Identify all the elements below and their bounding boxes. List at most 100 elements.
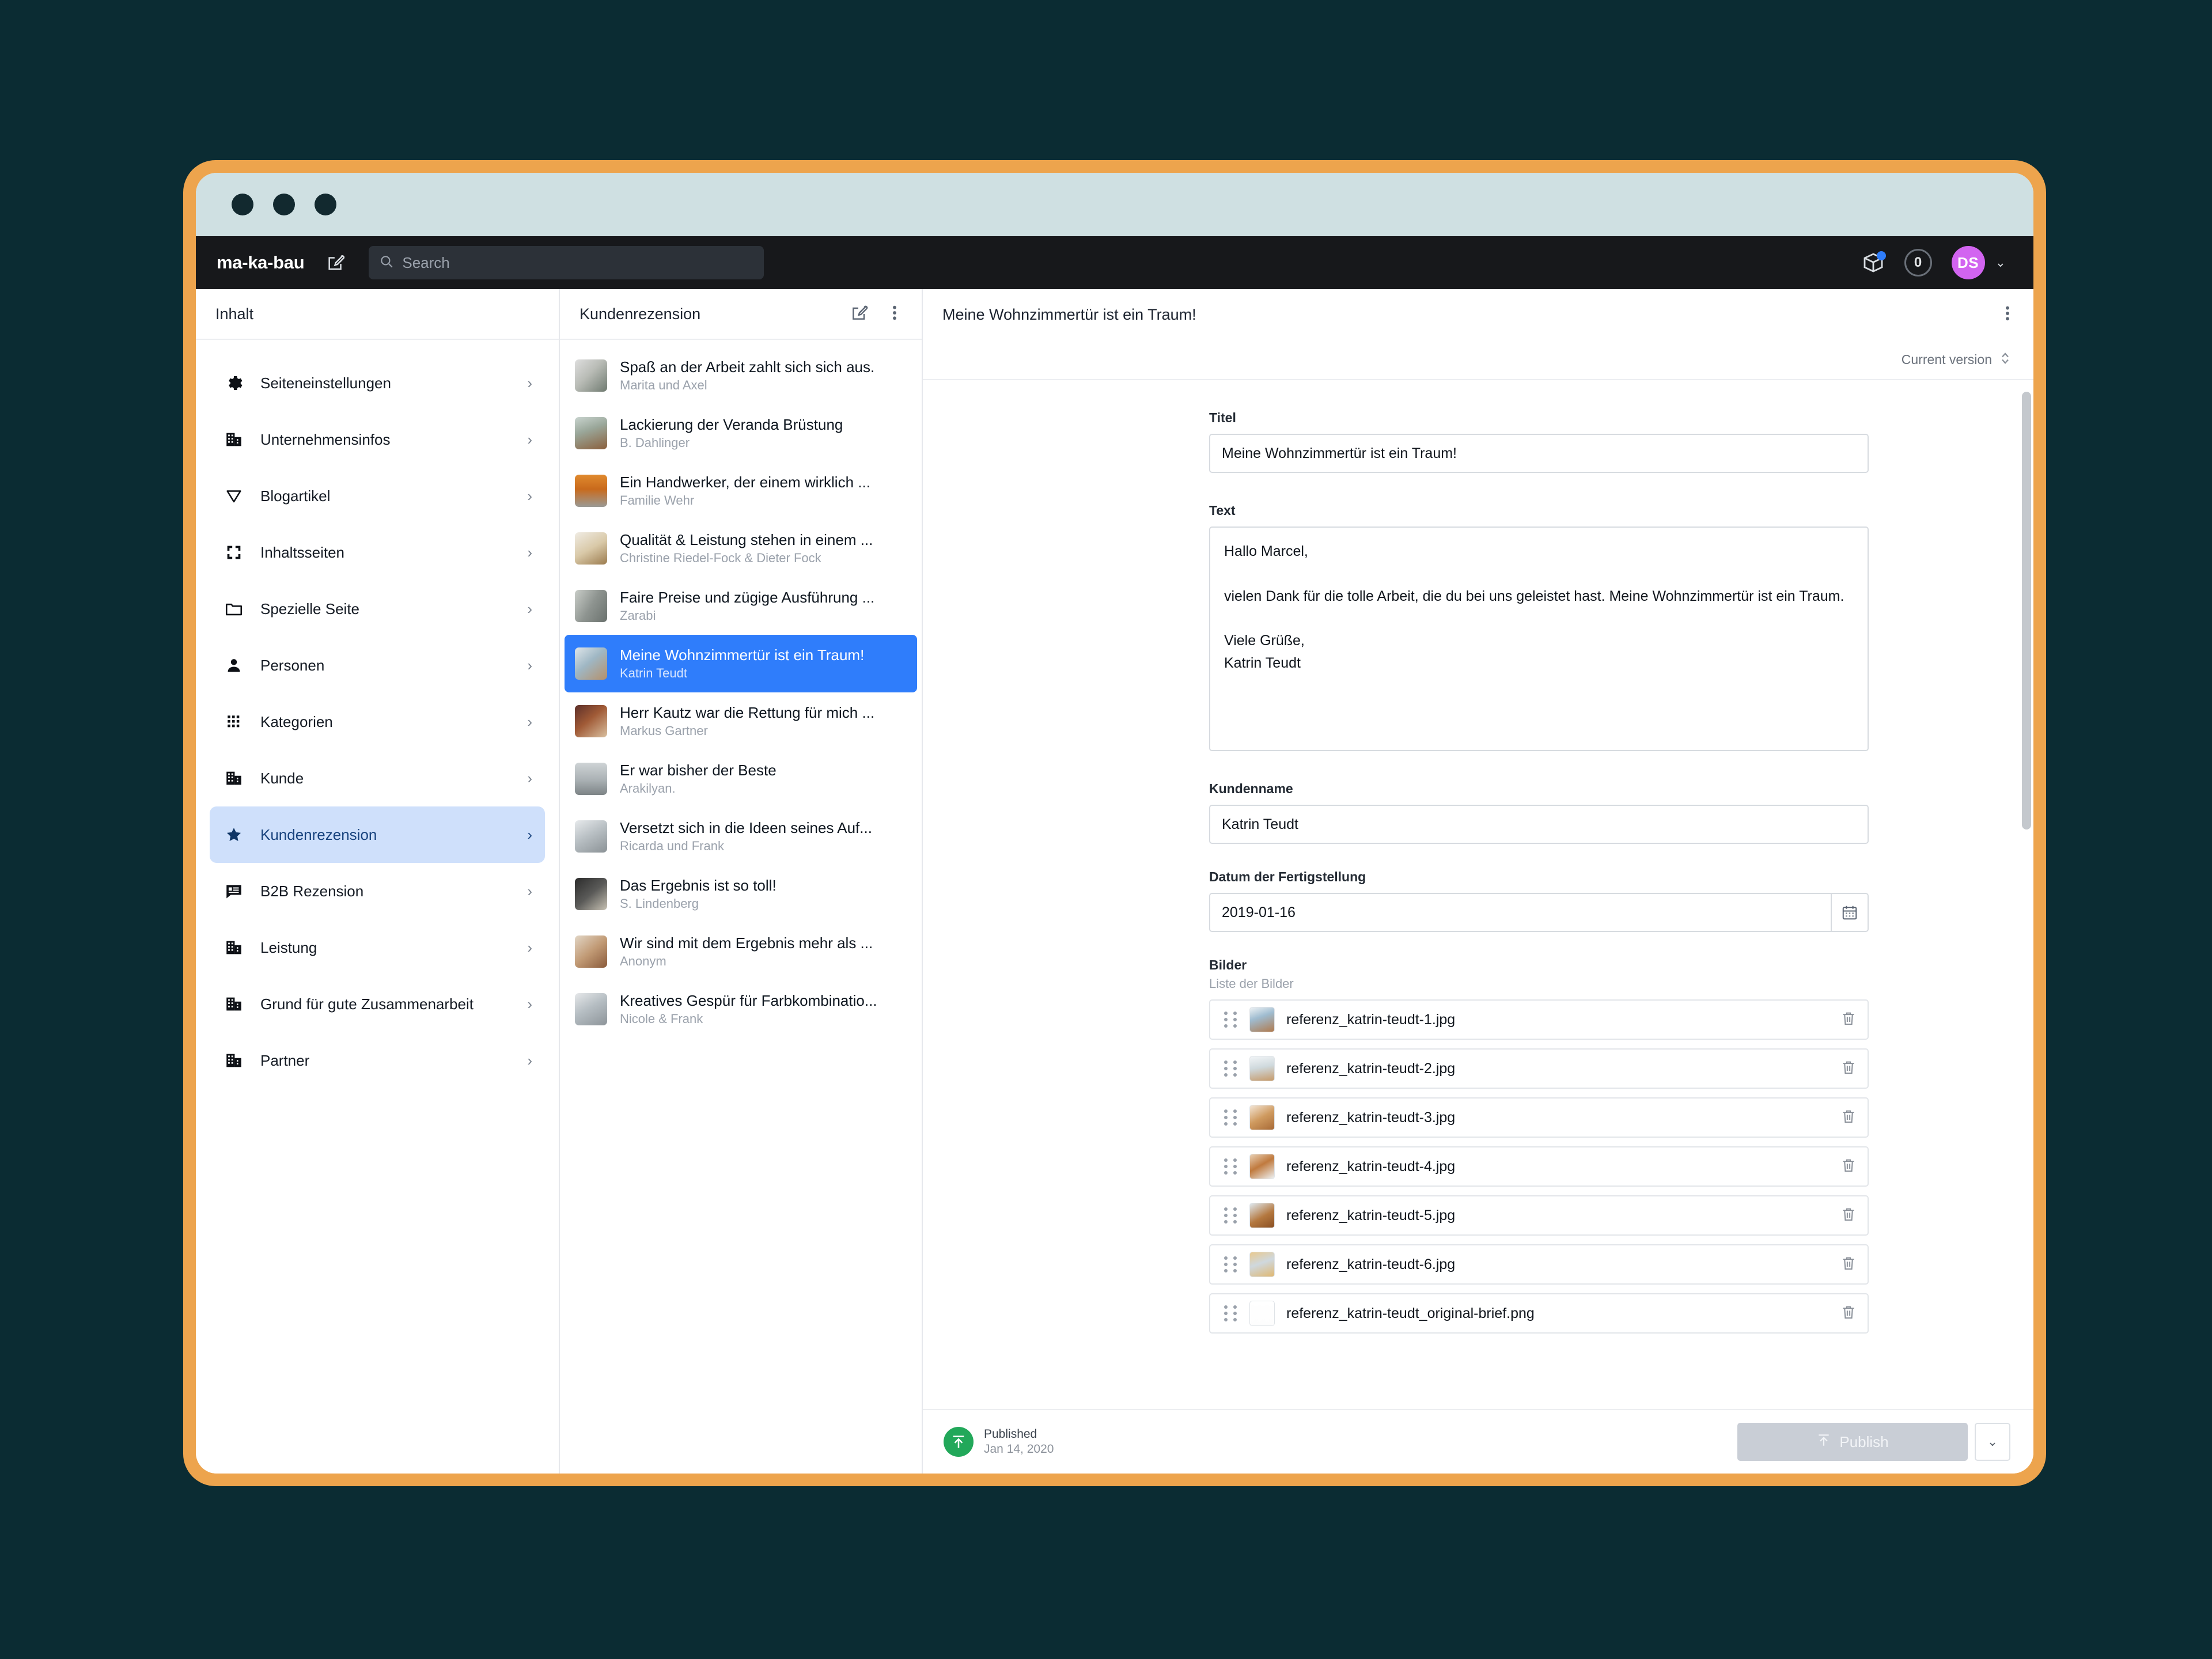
sidebar-item-leistung[interactable]: Leistung› [210,919,545,976]
drag-handle-icon[interactable] [1224,1256,1238,1272]
list-item-author: Christine Riedel-Fock & Dieter Fock [620,551,908,566]
field-bilder: Bilder Liste der Bilder referenz_katrin-… [1209,957,1869,1334]
notification-count-badge[interactable]: 0 [1904,249,1932,276]
trash-icon[interactable] [1840,1010,1857,1030]
kundenname-input[interactable]: Katrin Teudt [1209,805,1869,844]
list-item-title: Qualität & Leistung stehen in einem ... [620,531,908,550]
detail-scrollbar[interactable] [2022,392,2031,830]
sidebar-item-blogartikel[interactable]: Blogartikel› [210,468,545,524]
list-item[interactable]: Wir sind mit dem Ergebnis mehr als ... A… [565,923,917,980]
file-name: referenz_katrin-teudt-4.jpg [1286,1158,1828,1175]
drag-handle-icon[interactable] [1224,1012,1238,1028]
sidebar-item-inhaltsseiten[interactable]: Inhaltsseiten› [210,524,545,581]
sidebar-item-personen[interactable]: Personen› [210,637,545,694]
file-thumbnail [1249,1105,1275,1130]
compose-icon[interactable] [850,304,869,325]
list-item-title: Ein Handwerker, der einem wirklich ... [620,474,908,492]
review-list: Spaß an der Arbeit zahlt sich sich aus. … [560,340,922,1038]
compose-icon[interactable] [326,253,346,272]
datum-input[interactable]: 2019-01-16 [1209,893,1869,932]
package-icon[interactable] [1862,251,1885,274]
list-item-thumbnail [575,763,607,795]
file-row[interactable]: referenz_katrin-teudt-1.jpg [1209,999,1869,1040]
app-window-frame: ma-ka-bau Search [183,160,2046,1486]
list-item[interactable]: Spaß an der Arbeit zahlt sich sich aus. … [565,347,917,404]
publish-options-button[interactable]: ⌄ [1975,1423,2010,1461]
window-zoom-button[interactable] [315,194,336,215]
field-label-titel: Titel [1209,410,1869,426]
file-thumbnail [1249,1301,1275,1326]
list-item-author: Nicole & Frank [620,1012,908,1027]
calendar-icon[interactable] [1831,894,1868,931]
file-thumbnail [1249,1252,1275,1277]
list-item[interactable]: Meine Wohnzimmertür ist ein Traum! Katri… [565,635,917,692]
more-vertical-icon[interactable] [892,304,897,325]
list-item[interactable]: Lackierung der Veranda Brüstung B. Dahli… [565,404,917,462]
window-close-button[interactable] [232,194,253,215]
drag-handle-icon[interactable] [1224,1207,1238,1224]
sidebar-nav-list: Seiteneinstellungen› Unternehmensinfos›B… [196,340,559,1089]
file-row[interactable]: referenz_katrin-teudt-4.jpg [1209,1146,1869,1187]
field-label-kundenname: Kundenname [1209,781,1869,797]
sidebar-item-kunde[interactable]: Kunde› [210,750,545,806]
sidebar-item-label: Blogartikel [260,487,512,505]
text-textarea[interactable]: Hallo Marcel, vielen Dank für die tolle … [1209,527,1869,751]
trash-icon[interactable] [1840,1206,1857,1226]
sidebar-item-partner[interactable]: Partner› [210,1032,545,1089]
building-icon [222,768,245,788]
trash-icon[interactable] [1840,1108,1857,1128]
chevron-right-icon: › [527,544,532,562]
list-item[interactable]: Das Ergebnis ist so toll! S. Lindenberg [565,865,917,923]
window-titlebar [196,173,2033,236]
field-label-datum: Datum der Fertigstellung [1209,869,1869,885]
sidebar-item-kategorien[interactable]: Kategorien› [210,694,545,750]
search-input[interactable]: Search [369,246,764,279]
trash-icon[interactable] [1840,1059,1857,1079]
list-item[interactable]: Versetzt sich in die Ideen seines Auf...… [565,808,917,865]
list-item[interactable]: Ein Handwerker, der einem wirklich ... F… [565,462,917,520]
sidebar-item-b2b-rezension[interactable]: B2B Rezension› [210,863,545,919]
list-item[interactable]: Faire Preise und zügige Ausführung ... Z… [565,577,917,635]
publish-up-icon [944,1427,974,1457]
list-item-thumbnail [575,417,607,449]
publish-button[interactable]: Publish [1737,1423,1968,1461]
drag-handle-icon[interactable] [1224,1060,1238,1077]
file-row[interactable]: referenz_katrin-teudt-2.jpg [1209,1048,1869,1089]
more-vertical-icon[interactable] [2005,304,2010,325]
file-row[interactable]: referenz_katrin-teudt-3.jpg [1209,1097,1869,1138]
trash-icon[interactable] [1840,1304,1857,1324]
sidebar-item-seiteneinstellungen[interactable]: Seiteneinstellungen› [210,355,545,411]
brand-label[interactable]: ma-ka-bau [217,252,304,273]
list-item-author: Zarabi [620,608,908,623]
file-row[interactable]: referenz_katrin-teudt_original-brief.png [1209,1293,1869,1334]
drag-handle-icon[interactable] [1224,1109,1238,1126]
field-kundenname: Kundenname Katrin Teudt [1209,781,1869,844]
version-selector[interactable]: Current version [923,340,2033,380]
sidebar-item-label: Kategorien [260,713,512,731]
list-item[interactable]: Qualität & Leistung stehen in einem ... … [565,520,917,577]
file-name: referenz_katrin-teudt-1.jpg [1286,1012,1828,1028]
pages-icon [222,543,245,562]
trash-icon[interactable] [1840,1255,1857,1275]
avatar[interactable]: DS [1952,246,1985,279]
chevron-down-icon[interactable]: ⌄ [1995,255,2006,270]
file-name: referenz_katrin-teudt_original-brief.png [1286,1305,1828,1322]
drag-handle-icon[interactable] [1224,1305,1238,1321]
file-row[interactable]: referenz_katrin-teudt-5.jpg [1209,1195,1869,1236]
window-minimize-button[interactable] [273,194,295,215]
file-row[interactable]: referenz_katrin-teudt-6.jpg [1209,1244,1869,1285]
list-item[interactable]: Kreatives Gespür für Farbkombinatio... N… [565,980,917,1038]
trash-icon[interactable] [1840,1157,1857,1177]
sidebar-item-spezielle-seite[interactable]: Spezielle Seite› [210,581,545,637]
drag-handle-icon[interactable] [1224,1158,1238,1175]
file-thumbnail [1249,1007,1275,1032]
sidebar-item-unternehmensinfos[interactable]: Unternehmensinfos› [210,411,545,468]
sidebar-item-kundenrezension[interactable]: Kundenrezension› [210,806,545,863]
list-item[interactable]: Er war bisher der Beste Arakilyan. [565,750,917,808]
detail-form-scroll-area[interactable]: Titel Meine Wohnzimmertür ist ein Traum!… [923,380,2033,1409]
sidebar-item-grund-f-r-gute-zusammenarbeit[interactable]: Grund für gute Zusammenarbeit› [210,976,545,1032]
titel-input[interactable]: Meine Wohnzimmertür ist ein Traum! [1209,434,1869,473]
list-item[interactable]: Herr Kautz war die Rettung für mich ... … [565,692,917,750]
app-topbar: ma-ka-bau Search [196,236,2033,289]
file-name: referenz_katrin-teudt-6.jpg [1286,1256,1828,1273]
